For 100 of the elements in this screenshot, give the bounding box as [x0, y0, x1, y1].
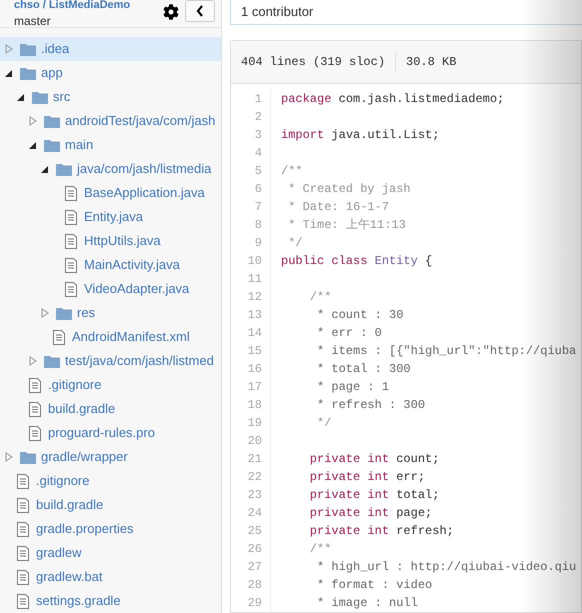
chevron-left-icon [196, 5, 204, 17]
file-icon [65, 234, 77, 248]
code-line: * Created by jash [287, 181, 411, 198]
tree-item[interactable]: build.gradle [0, 397, 221, 421]
folder-icon [32, 90, 48, 104]
folder-icon [20, 42, 36, 56]
line-number: 5 [231, 162, 271, 180]
code-line: /** [308, 289, 332, 306]
file-icon [29, 378, 41, 392]
line-number: 7 [231, 198, 271, 216]
code-line: * total : 300 [316, 361, 411, 378]
code-line: * refresh : 300 [316, 397, 426, 414]
line-number: 10 [231, 252, 271, 270]
tree-item[interactable]: build.gradle [0, 493, 221, 517]
file-icon [65, 210, 77, 224]
expanded-triangle-icon[interactable] [17, 92, 25, 102]
file-icon [65, 282, 77, 296]
expanded-triangle-icon[interactable] [5, 68, 13, 78]
tree-item[interactable]: androidTest/java/com/jash [0, 109, 221, 133]
tree-item[interactable]: VideoAdapter.java [0, 277, 221, 301]
collapse-button[interactable] [185, 0, 215, 22]
code-line: * count : 30 [316, 307, 404, 324]
tree-item[interactable]: java/com/jash/listmedia [0, 157, 221, 181]
file-size: 30.8 KB [406, 54, 456, 71]
tree-item[interactable]: gradlew.bat [0, 565, 221, 589]
contributor-count[interactable]: 1 contributor [241, 2, 314, 22]
line-number: 2 [231, 108, 271, 126]
tree-item[interactable]: test/java/com/jash/listmed [0, 349, 221, 373]
line-number: 26 [231, 540, 271, 558]
line-number: 20 [231, 432, 271, 450]
expanded-triangle-icon[interactable] [41, 164, 49, 174]
line-number: 13 [231, 306, 271, 324]
line-number: 6 [231, 180, 271, 198]
tree-item[interactable]: Entity.java [0, 205, 221, 229]
tree-item[interactable]: main [0, 133, 221, 157]
collapsed-triangle-icon[interactable] [29, 116, 37, 126]
tree-item[interactable]: res [0, 301, 221, 325]
tree-item[interactable]: .idea [0, 37, 221, 61]
line-number: 22 [231, 468, 271, 486]
collapsed-triangle-icon[interactable] [29, 356, 37, 366]
repo-title[interactable]: chso / ListMediaDemo [14, 0, 130, 11]
line-number: 8 [231, 216, 271, 234]
line-number: 25 [231, 522, 271, 540]
line-number: 1 [231, 90, 271, 108]
folder-icon [20, 450, 36, 464]
file-icon [17, 594, 29, 608]
line-number: 11 [231, 270, 271, 288]
folder-icon [44, 114, 60, 128]
line-number: 4 [231, 144, 271, 162]
collapsed-triangle-icon[interactable] [5, 452, 13, 462]
line-number: 17 [231, 378, 271, 396]
code-line: private int err; [308, 469, 426, 486]
file-icon [17, 474, 29, 488]
code-line: private int refresh; [308, 523, 454, 540]
expanded-triangle-icon[interactable] [29, 140, 37, 150]
line-number: 28 [231, 576, 271, 594]
line-number: 27 [231, 558, 271, 576]
settings-icon[interactable] [163, 4, 179, 20]
code-line: * err : 0 [316, 325, 382, 342]
tree-item[interactable]: .gitignore [0, 469, 221, 493]
line-number: 29 [231, 594, 271, 612]
tree-item[interactable]: gradlew [0, 541, 221, 565]
file-icon [53, 330, 65, 344]
file-icon [29, 426, 41, 440]
tree-item[interactable]: src [0, 85, 221, 109]
code-line: */ [287, 235, 303, 252]
collapsed-triangle-icon[interactable] [41, 308, 49, 318]
tree-item[interactable]: gradle/wrapper [0, 445, 221, 469]
file-icon [65, 258, 77, 272]
code-line: package com.jash.listmediademo; [281, 91, 504, 108]
code-line: /** [308, 541, 332, 558]
tree-item[interactable]: settings.gradle [0, 589, 221, 613]
line-number: 14 [231, 324, 271, 342]
line-count: 404 lines (319 sloc) [241, 54, 386, 71]
line-number: 18 [231, 396, 271, 414]
file-icon [29, 402, 41, 416]
code-line: * high_url : http://qiubai-video.qiu [316, 559, 576, 576]
tree-item[interactable]: BaseApplication.java [0, 181, 221, 205]
file-icon [65, 186, 77, 200]
line-number: 12 [231, 288, 271, 306]
folder-icon [56, 306, 72, 320]
line-number: 24 [231, 504, 271, 522]
code-line: private int total; [308, 487, 440, 504]
code-line: * image : null [316, 595, 418, 612]
folder-icon [56, 162, 72, 176]
tree-item[interactable]: .gitignore [0, 373, 221, 397]
tree-item[interactable]: HttpUtils.java [0, 229, 221, 253]
code-line: * page : 1 [316, 379, 390, 396]
tree-item[interactable]: proguard-rules.pro [0, 421, 221, 445]
tree-item[interactable]: AndroidManifest.xml [0, 325, 221, 349]
code-line: */ [316, 415, 332, 432]
file-icon [17, 546, 29, 560]
folder-icon [20, 66, 36, 80]
tree-item[interactable]: app [0, 61, 221, 85]
tree-item[interactable]: gradle.properties [0, 517, 221, 541]
code-line: import java.util.List; [281, 127, 440, 144]
branch-name: master [14, 15, 52, 27]
tree-item[interactable]: MainActivity.java [0, 253, 221, 277]
line-number: 19 [231, 414, 271, 432]
code-line: * items : [{"high_url":"http://qiuba [316, 343, 576, 360]
